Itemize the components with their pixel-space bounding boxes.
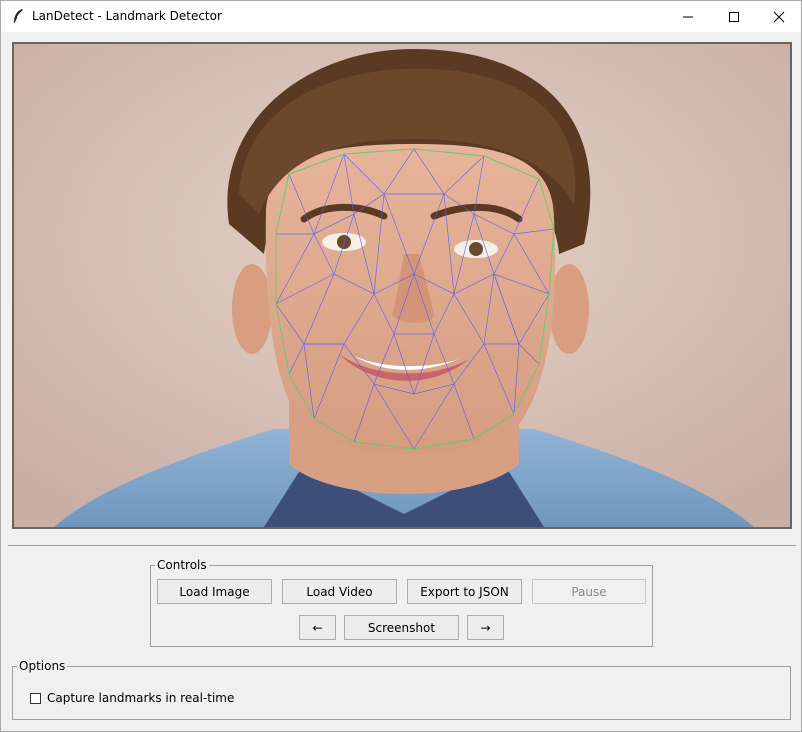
screenshot-button[interactable]: Screenshot xyxy=(344,615,459,640)
realtime-option[interactable]: Capture landmarks in real-time xyxy=(30,691,234,705)
next-button[interactable]: → xyxy=(467,615,504,640)
options-legend: Options xyxy=(17,659,68,673)
export-json-button[interactable]: Export to JSON xyxy=(407,579,522,604)
controls-legend: Controls xyxy=(155,558,209,572)
app-window: LanDetect - Landmark Detector Controls L… xyxy=(0,0,802,732)
options-group: Options Capture landmarks in real-time xyxy=(12,659,791,720)
load-image-button[interactable]: Load Image xyxy=(157,579,272,604)
portrait-image xyxy=(14,44,790,527)
pause-button[interactable]: Pause xyxy=(532,579,646,604)
load-video-button[interactable]: Load Video xyxy=(282,579,397,604)
minimize-icon xyxy=(683,16,693,17)
separator xyxy=(8,545,796,546)
window-title: LanDetect - Landmark Detector xyxy=(32,9,222,23)
realtime-label: Capture landmarks in real-time xyxy=(47,691,235,705)
title-bar[interactable]: LanDetect - Landmark Detector xyxy=(1,1,801,32)
previous-button[interactable]: ← xyxy=(299,615,336,640)
close-icon xyxy=(773,11,785,22)
maximize-icon xyxy=(729,11,739,22)
image-canvas[interactable] xyxy=(12,42,792,529)
realtime-checkbox[interactable] xyxy=(30,692,41,704)
maximize-button[interactable] xyxy=(711,1,757,32)
minimize-button[interactable] xyxy=(665,1,711,32)
feather-icon xyxy=(13,9,23,24)
close-button[interactable] xyxy=(756,1,802,32)
controls-group: Controls Load Image Load Video Export to… xyxy=(150,558,653,647)
